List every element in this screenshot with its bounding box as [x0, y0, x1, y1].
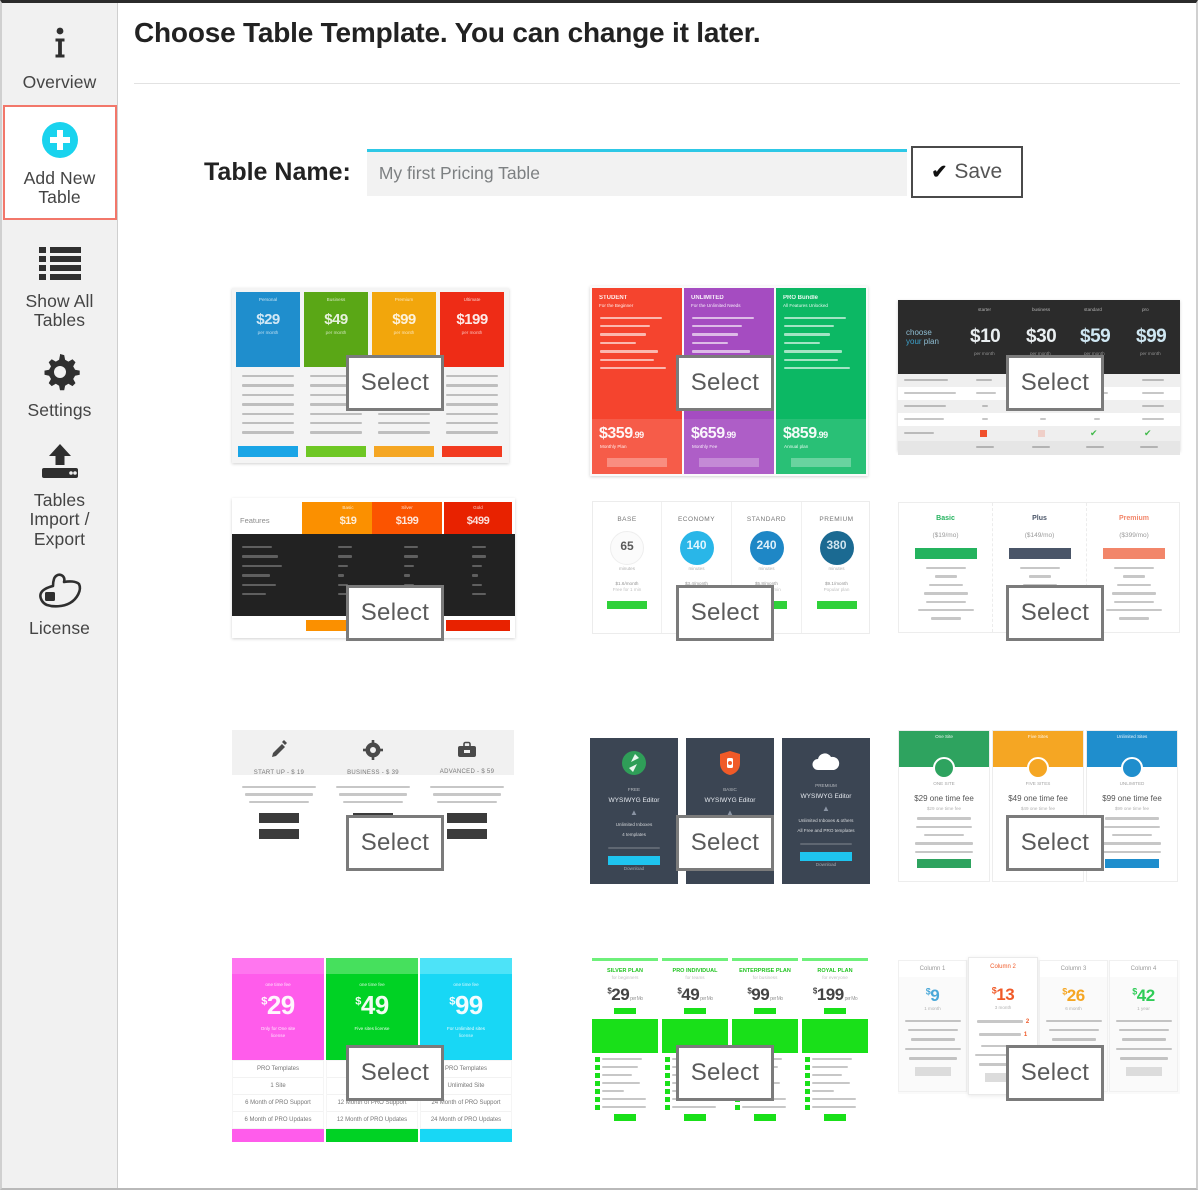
shield-icon [686, 738, 774, 781]
select-button[interactable]: Select [1006, 815, 1104, 871]
select-button[interactable]: Select [676, 1045, 774, 1101]
compass-icon [590, 738, 678, 781]
save-button[interactable]: ✔ Save [910, 146, 1023, 198]
plugin-window: Overview Add New Table Show All Tables S… [0, 0, 1198, 1190]
main-content: Choose Table Template. You can change it… [118, 3, 1196, 1188]
briefcase-icon [420, 730, 514, 764]
template-card-t8[interactable]: FREE WYSIWYG Editor ▲ Unlimited Inboxes … [560, 728, 890, 958]
sidebar-item-license[interactable]: License [3, 559, 117, 649]
select-button[interactable]: Select [1006, 355, 1104, 411]
hand-pointing-icon [37, 567, 83, 613]
table-name-label: Table Name: [204, 157, 351, 186]
select-button[interactable]: Select [676, 585, 774, 641]
list-icon [37, 240, 83, 286]
table-name-input[interactable] [366, 148, 907, 196]
sidebar-item-label: Add New Table [23, 167, 96, 208]
template-card-t1[interactable]: Personal $29 per month Business $49 per … [230, 268, 560, 498]
template-grid: Personal $29 per month Business $49 per … [230, 268, 1196, 1188]
template-card-t4[interactable]: Basic $19 Silver $199 Gold $499 Features [230, 498, 560, 728]
cloud-icon [782, 738, 870, 777]
sidebar-item-label: Overview [22, 72, 97, 92]
sidebar-item-label: License [28, 618, 91, 639]
template-card-t10[interactable]: one time fee $29 Only for One site licen… [230, 958, 560, 1188]
sidebar-item-tables-import-export[interactable]: Tables Import / Export [3, 431, 117, 560]
template-card-t5[interactable]: BASE 65 minutes $1.6/month Free for 1 mi… [560, 498, 890, 728]
sidebar-item-show-all-tables[interactable]: Show All Tables [3, 232, 117, 341]
gear-icon [39, 349, 81, 395]
header-divider [134, 83, 1180, 84]
select-button[interactable]: Select [346, 585, 444, 641]
select-button[interactable]: Select [676, 355, 774, 411]
page-title: Choose Table Template. You can change it… [134, 17, 761, 48]
sidebar-item-label: Settings [27, 399, 92, 420]
select-button[interactable]: Select [676, 815, 774, 871]
template-card-t2[interactable]: STUDENT For the Beginner $359.99 Monthly… [560, 268, 890, 498]
select-button[interactable]: Select [1006, 585, 1104, 641]
template-card-t3[interactable]: starter business standard pro choose your… [890, 268, 1198, 498]
select-button[interactable]: Select [1006, 1045, 1104, 1101]
select-button[interactable]: Select [346, 815, 444, 871]
upload-icon [38, 439, 82, 485]
plus-circle-icon [39, 117, 81, 163]
sidebar-item-settings[interactable]: Settings [3, 341, 117, 431]
sidebar: Overview Add New Table Show All Tables S… [2, 3, 118, 1188]
info-icon [45, 21, 75, 67]
sidebar-item-overview[interactable]: Overview [3, 13, 117, 103]
sidebar-item-label: Tables Import / Export [29, 489, 90, 549]
pencil-icon [232, 730, 326, 765]
select-button[interactable]: Select [346, 355, 444, 411]
template-card-t7[interactable]: START UP - $ 19 BUSINESS - $ 39 ADVANCED… [230, 728, 560, 958]
template-card-t11[interactable]: SILVER PLAN for beginners $29 per Mo PRO… [560, 958, 890, 1188]
save-button-label: Save [954, 160, 1003, 183]
template-card-t9[interactable]: One Site ONE SITE $29 one time fee $29 o… [890, 728, 1198, 958]
table-name-row: Table Name: ✔ Save [204, 146, 1196, 198]
template-card-t12[interactable]: Column 1 $9 1 month Column 2 $13 3 month… [890, 957, 1198, 1188]
sidebar-item-add-new-table[interactable]: Add New Table [2, 104, 117, 220]
check-icon: ✔ [931, 161, 948, 183]
gear-icon [326, 730, 420, 765]
sidebar-item-label: Show All Tables [25, 290, 94, 331]
template-card-t6[interactable]: Basic ($19/mo) Plus ($149/mo) Premium ($… [890, 498, 1198, 728]
select-button[interactable]: Select [346, 1045, 444, 1101]
